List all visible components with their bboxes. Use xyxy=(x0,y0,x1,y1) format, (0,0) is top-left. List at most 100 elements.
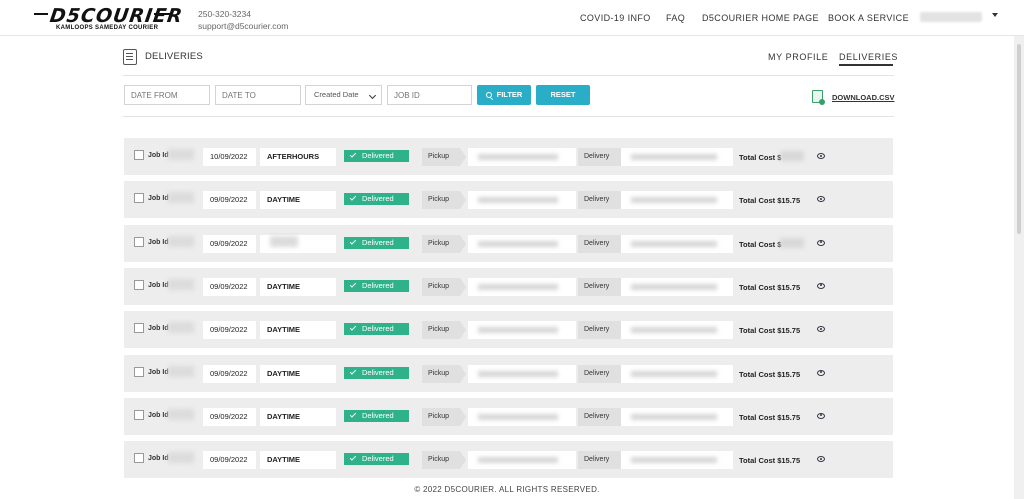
nav-book-service[interactable]: BOOK A SERVICE xyxy=(828,13,909,23)
delivery-address xyxy=(621,191,733,210)
job-id-value xyxy=(168,365,194,377)
logo-speed-line xyxy=(154,13,170,15)
row-checkbox[interactable] xyxy=(134,150,144,160)
job-id-input[interactable] xyxy=(387,85,472,105)
sort-select[interactable]: Created Date xyxy=(305,85,382,105)
job-id-label: Job Id xyxy=(148,152,169,159)
total-cost: Total Cost $15.75 xyxy=(739,456,800,465)
total-cost: Total Cost $15.75 xyxy=(739,413,800,422)
pickup-tag: Pickup xyxy=(422,321,466,340)
top-bar: D5COURIER KAMLOOPS SAMEDAY COURIER 250-3… xyxy=(0,0,1024,36)
total-cost: Total Cost $ xyxy=(739,153,781,162)
job-id-label: Job Id xyxy=(148,281,169,289)
tab-deliveries[interactable]: DELIVERIES xyxy=(839,52,898,62)
nav-faq[interactable]: FAQ xyxy=(666,13,685,23)
eye-icon[interactable] xyxy=(817,326,825,333)
status-text: Delivered xyxy=(362,237,394,247)
eye-icon[interactable] xyxy=(817,412,825,419)
pickup-address xyxy=(468,277,576,296)
total-cost-label: Total Cost $ xyxy=(739,282,782,292)
total-cost-label: Total Cost $ xyxy=(739,456,782,466)
user-menu[interactable] xyxy=(920,12,982,22)
check-icon xyxy=(349,411,357,418)
eye-icon[interactable] xyxy=(817,369,825,376)
row-checkbox[interactable] xyxy=(134,236,144,247)
check-icon xyxy=(349,367,357,375)
active-tab-indicator xyxy=(839,64,893,66)
row-checkbox[interactable] xyxy=(134,453,144,464)
filter-button[interactable]: FILTER xyxy=(477,85,531,105)
pickup-address xyxy=(468,321,576,340)
pickup-address xyxy=(468,407,576,426)
support-email[interactable]: support@d5courier.com xyxy=(198,20,288,32)
delivery-tag: Delivery xyxy=(578,321,627,340)
status-badge: Delivered xyxy=(344,323,409,336)
delivery-row: Job Id 09/09/2022 DAYTIME Delivered Pick… xyxy=(124,354,893,392)
total-cost-label: Total Cost $ xyxy=(739,412,782,422)
status-badge: Delivered xyxy=(344,236,409,249)
delivery-address xyxy=(621,407,733,426)
download-csv-link[interactable]: DOWNLOAD.CSV xyxy=(832,93,895,102)
row-checkbox[interactable] xyxy=(134,193,144,204)
total-cost-value: 15.75 xyxy=(781,326,801,336)
page-title: DELIVERIES xyxy=(145,51,203,62)
csv-file-icon xyxy=(812,90,825,105)
job-id-label: Job Id xyxy=(148,195,169,203)
chevron-down-icon xyxy=(368,91,377,100)
date-from-input[interactable] xyxy=(124,85,210,105)
eye-icon[interactable] xyxy=(817,153,825,159)
delivery-date: 09/09/2022 xyxy=(203,277,256,296)
chevron-down-icon[interactable] xyxy=(992,13,998,17)
delivery-row: Job Id 10/09/2022 AFTERHOURS Delivered P… xyxy=(124,138,893,175)
status-badge: Delivered xyxy=(344,279,409,292)
job-id-label: Job Id xyxy=(148,325,169,333)
pickup-tag: Pickup xyxy=(422,277,466,296)
total-cost-value: 15.75 xyxy=(781,196,801,206)
row-checkbox[interactable] xyxy=(134,366,144,377)
d5courier-logo[interactable]: D5COURIER KAMLOOPS SAMEDAY COURIER xyxy=(34,5,184,33)
eye-icon[interactable] xyxy=(817,282,825,289)
delivery-row: Job Id 09/09/2022 DAYTIME Delivered Pick… xyxy=(124,267,893,305)
date-to-input[interactable] xyxy=(215,85,301,105)
check-icon xyxy=(349,237,357,245)
status-badge: Delivered xyxy=(344,453,409,466)
total-cost: Total Cost $15.75 xyxy=(739,196,800,205)
contact-info: 250-320-3234 support@d5courier.com xyxy=(198,8,288,32)
eye-icon[interactable] xyxy=(817,456,825,463)
job-id-label: Job Id xyxy=(148,238,169,246)
pickup-address xyxy=(468,148,576,166)
delivery-row: Job Id 09/09/2022 Delivered Pickup Deliv… xyxy=(124,224,893,262)
status-text: Delivered xyxy=(362,151,394,160)
tab-my-profile[interactable]: MY PROFILE xyxy=(768,52,828,62)
delivery-address xyxy=(621,148,733,166)
nav-covid-info[interactable]: COVID-19 INFO xyxy=(580,13,651,23)
row-checkbox[interactable] xyxy=(134,323,144,334)
eye-icon[interactable] xyxy=(817,239,825,246)
pickup-tag: Pickup xyxy=(422,148,466,166)
pickup-address xyxy=(468,234,576,253)
total-cost-value: 15.75 xyxy=(781,369,801,379)
filter-button-label: FILTER xyxy=(496,90,523,99)
total-cost-value: 15.75 xyxy=(781,456,801,466)
delivery-address xyxy=(621,321,733,340)
eye-icon[interactable] xyxy=(817,196,825,203)
status-text: Delivered xyxy=(362,194,394,204)
total-cost-value: 15.75 xyxy=(781,282,801,292)
total-cost-hidden xyxy=(780,237,804,248)
delivery-row: Job Id 09/09/2022 DAYTIME Delivered Pick… xyxy=(124,181,893,219)
status-badge: Delivered xyxy=(344,409,409,422)
pickup-tag: Pickup xyxy=(422,364,466,383)
nav-home-page[interactable]: D5COURIER HOME PAGE xyxy=(702,13,819,23)
job-id-value xyxy=(168,235,194,247)
pickup-tag: Pickup xyxy=(422,234,466,253)
phone-number: 250-320-3234 xyxy=(198,9,251,19)
delivery-date: 09/09/2022 xyxy=(203,234,256,253)
scrollbar-thumb[interactable] xyxy=(1017,44,1021,234)
delivery-date: 09/09/2022 xyxy=(203,321,256,340)
check-icon xyxy=(349,281,357,288)
row-checkbox[interactable] xyxy=(134,279,144,290)
job-id-label: Job Id xyxy=(148,455,169,463)
delivery-date: 09/09/2022 xyxy=(203,191,256,210)
row-checkbox[interactable] xyxy=(134,409,144,420)
reset-button[interactable]: RESET xyxy=(536,85,590,105)
